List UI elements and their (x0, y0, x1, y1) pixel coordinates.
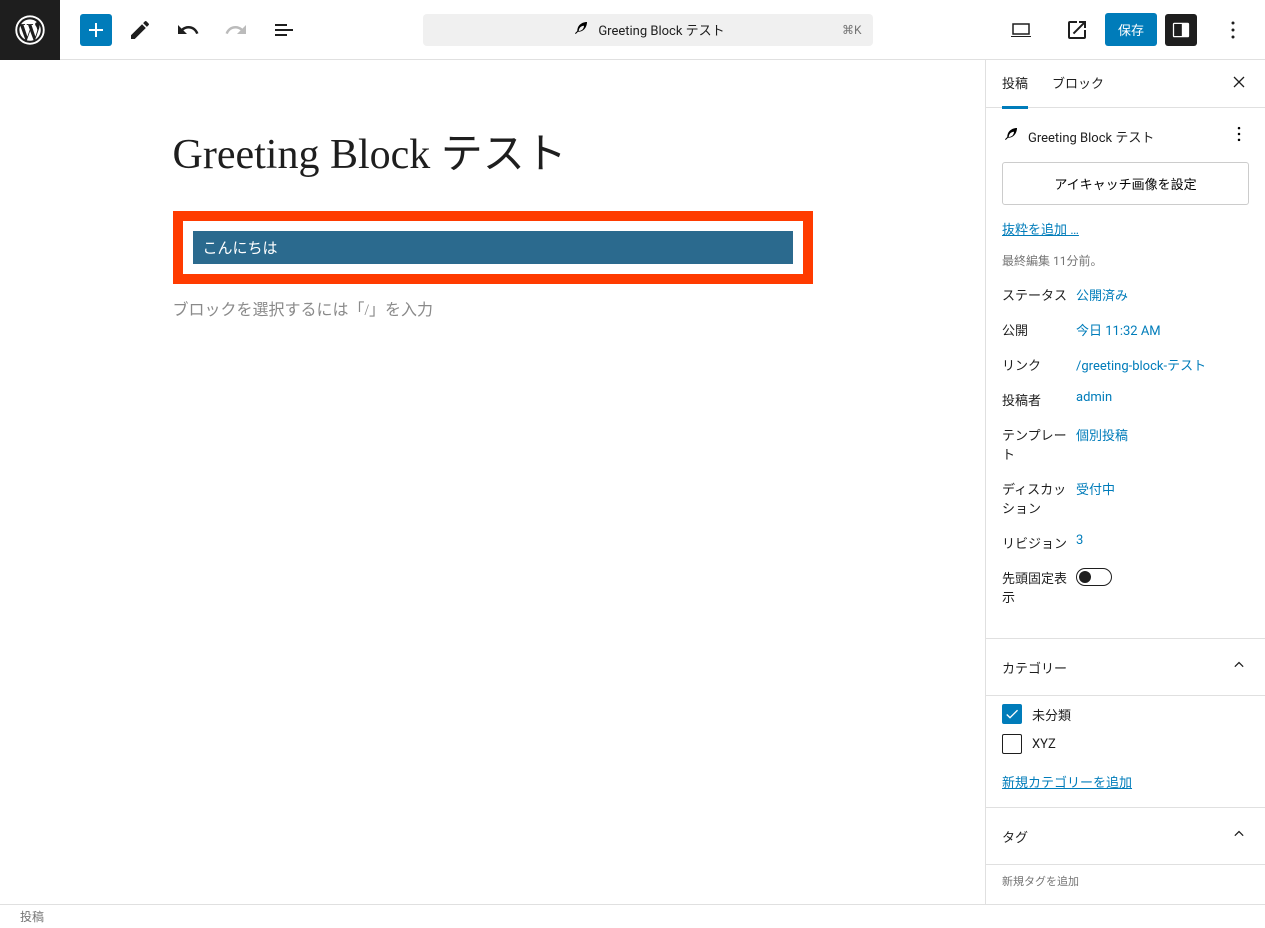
top-toolbar: Greeting Block テスト ⌘K 保存 (0, 0, 1265, 60)
document-title-button[interactable]: Greeting Block テスト ⌘K (423, 14, 873, 46)
category-item: 未分類 (1002, 704, 1249, 724)
add-excerpt-link[interactable]: 抜粋を追加 … (1002, 219, 1079, 238)
sidebar-toggle-button[interactable] (1165, 14, 1197, 46)
tab-post[interactable]: 投稿 (1002, 60, 1028, 109)
category-checkbox[interactable] (1002, 704, 1022, 724)
sidebar-tabs: 投稿 ブロック (986, 60, 1265, 108)
document-title-text: Greeting Block テスト (598, 20, 724, 39)
close-sidebar-button[interactable] (1229, 72, 1249, 96)
preview-external-button[interactable] (1057, 10, 1097, 50)
chevron-up-icon (1229, 824, 1249, 848)
settings-sidebar: 投稿 ブロック Greeting Block テスト アイキャッチ画像を設定 抜… (985, 60, 1265, 904)
template-label: テンプレート (1002, 425, 1076, 463)
category-checkbox[interactable] (1002, 734, 1022, 754)
redo-button[interactable] (216, 10, 256, 50)
set-featured-image-button[interactable]: アイキャッチ画像を設定 (1002, 162, 1249, 205)
status-label: ステータス (1002, 285, 1076, 304)
link-label: リンク (1002, 355, 1076, 374)
shortcut-hint: ⌘K (842, 23, 862, 37)
toolbar-right: 保存 (993, 10, 1265, 50)
document-title-area: Greeting Block テスト ⌘K (304, 14, 993, 46)
discussion-label: ディスカッション (1002, 479, 1076, 517)
revisions-label: リビジョン (1002, 533, 1076, 552)
tags-panel-body: 新規タグを追加 (986, 865, 1265, 904)
publish-label: 公開 (1002, 320, 1076, 339)
categories-header-label: カテゴリー (1002, 658, 1067, 677)
chevron-up-icon (1229, 655, 1249, 679)
status-bar: 投稿 (0, 904, 1265, 928)
sidebar-body: Greeting Block テスト アイキャッチ画像を設定 抜粋を追加 … 最… (986, 108, 1265, 904)
link-value[interactable]: /greeting-block-テスト (1076, 355, 1249, 374)
tags-header-label: タグ (1002, 827, 1028, 846)
summary-actions-button[interactable] (1229, 124, 1249, 148)
feather-icon (572, 19, 590, 41)
revisions-value[interactable]: 3 (1076, 533, 1249, 552)
post-title[interactable]: Greeting Block テスト (173, 120, 813, 181)
editor-canvas[interactable]: Greeting Block テスト こんにちは ブロックを選択するには「/」を… (0, 60, 985, 904)
add-tag-label: 新規タグを追加 (1002, 873, 1249, 889)
post-summary-section: Greeting Block テスト アイキャッチ画像を設定 抜粋を追加 … 最… (986, 108, 1265, 639)
categories-panel-body: 未分類 XYZ 新規カテゴリーを追加 (986, 696, 1265, 808)
add-category-link[interactable]: 新規カテゴリーを追加 (1002, 772, 1132, 791)
tab-block[interactable]: ブロック (1052, 60, 1104, 109)
discussion-value[interactable]: 受付中 (1076, 479, 1249, 517)
selected-block-highlight: こんにちは (173, 211, 813, 284)
author-label: 投稿者 (1002, 390, 1076, 409)
document-overview-button[interactable] (264, 10, 304, 50)
categories-panel-header[interactable]: カテゴリー (986, 639, 1265, 696)
tags-panel-header[interactable]: タグ (986, 808, 1265, 865)
category-item: XYZ (1002, 734, 1249, 754)
last-edit-text: 最終編集 11分前。 (1002, 252, 1249, 269)
greeting-block[interactable]: こんにちは (193, 231, 793, 264)
insert-block-button[interactable] (80, 14, 112, 46)
save-button[interactable]: 保存 (1105, 13, 1157, 46)
block-appender-placeholder[interactable]: ブロックを選択するには「/」を入力 (173, 296, 813, 320)
publish-value[interactable]: 今日 11:32 AM (1076, 320, 1249, 339)
undo-button[interactable] (168, 10, 208, 50)
author-value[interactable]: admin (1076, 390, 1249, 409)
sticky-toggle[interactable] (1076, 568, 1112, 586)
options-button[interactable] (1213, 10, 1253, 50)
sticky-label: 先頭固定表示 (1002, 568, 1076, 606)
feather-icon (1002, 125, 1020, 147)
category-label: 未分類 (1032, 705, 1071, 724)
status-value[interactable]: 公開済み (1076, 285, 1249, 304)
template-value[interactable]: 個別投稿 (1076, 425, 1249, 463)
wordpress-logo[interactable] (0, 0, 60, 60)
main-wrap: Greeting Block テスト こんにちは ブロックを選択するには「/」を… (0, 60, 1265, 904)
category-label: XYZ (1032, 737, 1056, 752)
post-summary-title: Greeting Block テスト (1028, 127, 1229, 146)
breadcrumb-text[interactable]: 投稿 (20, 908, 44, 925)
view-button[interactable] (1001, 10, 1041, 50)
tools-button[interactable] (120, 10, 160, 50)
